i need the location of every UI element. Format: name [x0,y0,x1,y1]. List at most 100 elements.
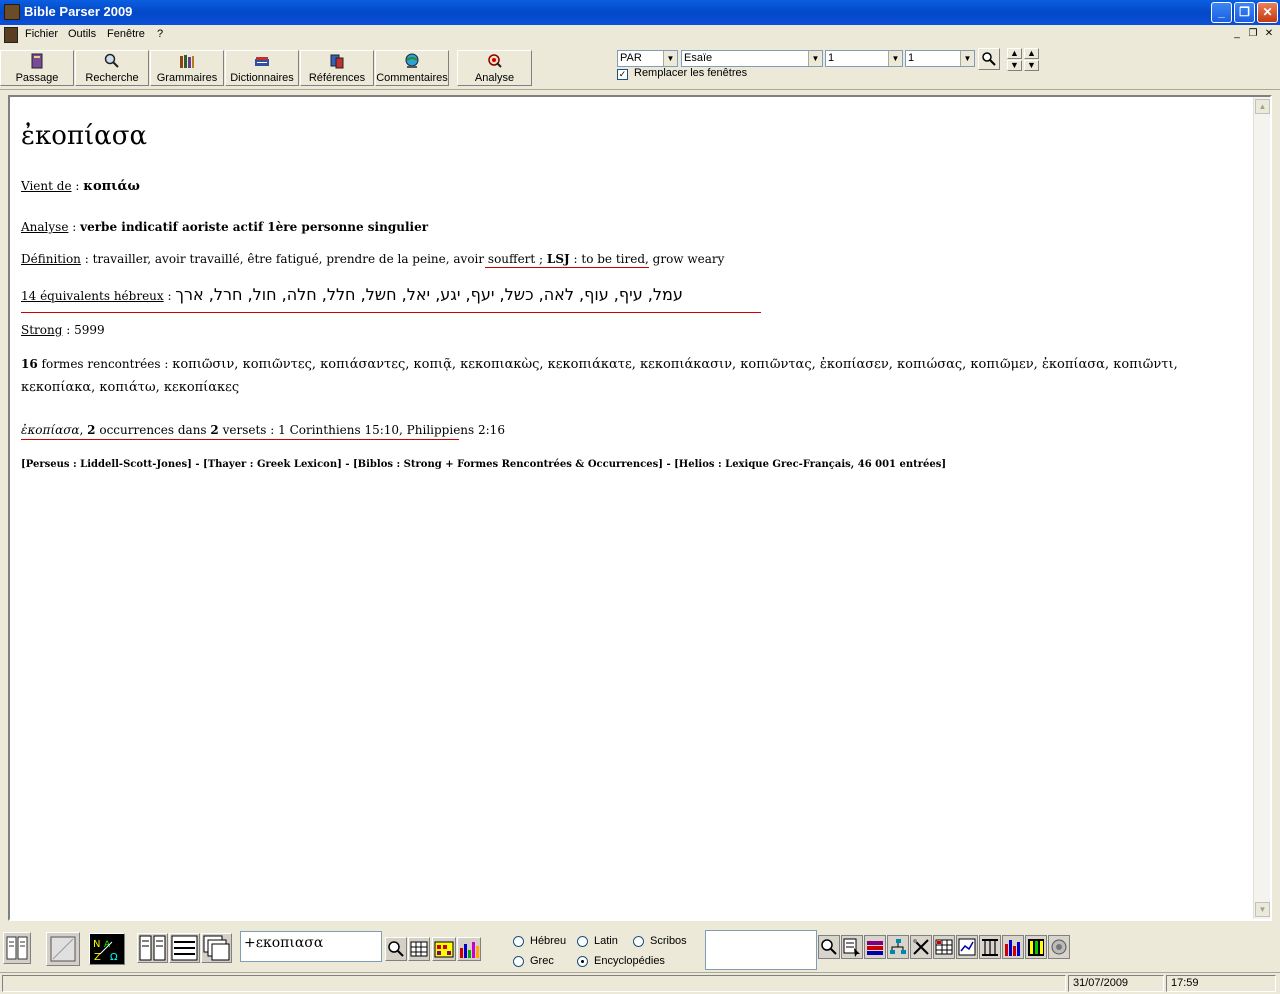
radio-latin[interactable] [577,936,588,947]
replace-windows-label: Remplacer les fenêtres [634,67,748,79]
word-search-input[interactable]: +εκοπιασα [240,931,382,962]
chart-button[interactable] [457,937,481,961]
references-icon [330,54,344,69]
grammaires-button[interactable]: Grammaires [150,50,224,86]
from-label[interactable]: Vient de [21,179,72,193]
radio-hebreu[interactable] [513,936,524,947]
radio-hebreu-label: Hébreu [530,935,567,947]
lsj-label[interactable]: LSJ [547,252,570,266]
references-button[interactable]: Références [300,50,374,86]
window-title: Bible Parser 2009 [24,4,133,19]
lsj-underline [485,267,649,268]
hebrew-value[interactable]: עמל, עיף, עוף, לאה, כשל, יעף, יגע, יאל, … [175,285,683,304]
view-cascade-button[interactable] [201,933,232,963]
forms-count: 16 [21,357,38,371]
mdi-minimize-button[interactable]: _ [1230,28,1244,41]
analysis-label[interactable]: Analyse [21,220,68,234]
next-up-button[interactable]: ▲ [1024,48,1039,59]
radio-scribos[interactable] [633,936,644,947]
replace-windows-checkbox[interactable]: ✓ [617,69,628,80]
app-icon [4,4,20,20]
books-stack-icon [867,941,883,955]
graph-button[interactable] [956,935,978,959]
close-button[interactable]: ✕ [1257,2,1278,23]
bar-chart-icon [1005,940,1020,956]
sort-button[interactable]: NAZΩ [89,933,125,965]
grid-icon [410,941,428,957]
menu-fichier[interactable]: Fichier [25,28,58,40]
menu-help[interactable]: ? [157,28,163,40]
previous-down-button[interactable]: ▼ [1007,60,1022,71]
previous-up-button[interactable]: ▲ [1007,48,1022,59]
analyse-button[interactable]: Analyse [457,50,532,86]
go-button[interactable] [978,48,1000,70]
lookup-input[interactable] [705,930,817,970]
grid-color-icon [434,941,454,958]
window-button[interactable] [46,932,80,966]
passage-button[interactable]: Passage [0,50,74,86]
book-select[interactable]: Esaïe ▼ [681,50,823,67]
minimize-button[interactable]: _ [1211,2,1232,23]
menu-outils[interactable]: Outils [68,28,96,40]
magnifier-icon [821,939,837,955]
radio-encyclopedies[interactable] [577,956,588,967]
recherche-label: Recherche [85,72,139,84]
cursor-list-icon [843,938,860,957]
dictionnaires-button[interactable]: Dictionnaires [225,50,299,86]
vertical-scrollbar[interactable]: ▲ ▼ [1253,97,1270,919]
verse-references[interactable]: versets : 1 Corinthiens 15:10, Philippie… [223,423,505,437]
radio-grec[interactable] [513,956,524,967]
commentaires-button[interactable]: Commentaires [375,50,449,86]
analysis-value: verbe indicatif aoriste actif 1ère perso… [80,220,429,234]
hebrew-label[interactable]: 14 équivalents hébreux [21,289,164,303]
columns-icon [6,936,28,960]
statistics-button[interactable] [432,937,456,961]
scroll-up-button[interactable]: ▲ [1255,99,1270,114]
svg-text:Ω: Ω [110,952,118,963]
menu-fenetre[interactable]: Fenêtre [107,28,145,40]
matrix-button[interactable] [933,935,955,959]
verse-select[interactable]: 1 ▼ [905,50,975,67]
status-date: 31/07/2009 [1068,975,1164,992]
tree-button[interactable] [887,935,909,959]
scroll-down-button[interactable]: ▼ [1255,902,1270,917]
view-rows-button[interactable] [169,933,200,963]
chevron-down-icon: ▼ [808,51,822,66]
sources-line[interactable]: [Perseus : Liddell-Scott-Jones] - [Thaye… [21,459,946,470]
book-icon [31,53,43,69]
sort-az-icon: N AZ Ω [93,939,118,963]
pointer-tool-button[interactable] [841,935,863,959]
definition-label[interactable]: Définition [21,252,81,266]
mdi-restore-button[interactable]: ❐ [1246,28,1260,41]
verse-count: 2 [210,423,219,437]
view-columns-button[interactable] [137,933,168,963]
audio-button[interactable] [1048,935,1070,959]
mdi-close-button[interactable]: ✕ [1262,28,1276,41]
analyze-icon [487,54,502,68]
occurrences-line: ἐκοπίασα, 2 occurrences dans 2 versets :… [21,423,505,437]
table-button[interactable] [408,937,430,961]
recherche-button[interactable]: Recherche [75,50,149,86]
book-select-value: Esaïe [684,52,713,64]
magnifier-icon [982,52,996,66]
version-select[interactable]: PAR ▼ [617,50,678,67]
strong-label[interactable]: Strong [21,323,62,337]
frequency-button[interactable] [1002,935,1024,959]
analysis-line: Analyse : verbe indicatif aoriste actif … [21,220,429,234]
library-button[interactable] [864,935,886,959]
magnifier-icon [388,941,404,957]
maximize-button[interactable]: ❐ [1234,2,1255,23]
hebrew-line: 14 équivalents hébreux : עמל, עיף, עוף, … [21,285,683,304]
document-icon[interactable] [4,27,18,43]
panel-toggle-button[interactable] [3,932,31,964]
next-down-button[interactable]: ▼ [1024,60,1039,71]
word-search-button[interactable] [385,937,407,961]
chapter-select[interactable]: 1 ▼ [825,50,903,67]
compare-button[interactable] [1025,935,1047,959]
columns-tool-button[interactable] [979,935,1001,959]
from-value[interactable]: κοπιάω [83,179,140,194]
occurrence-word[interactable]: ἐκοπίασα [21,423,80,437]
lookup-search-button[interactable] [818,935,840,959]
forms-value[interactable]: κοπιῶσιν, κοπιῶντες, κοπιάσαντες, κοπιᾷ,… [21,357,1178,395]
tools-button[interactable] [910,935,932,959]
